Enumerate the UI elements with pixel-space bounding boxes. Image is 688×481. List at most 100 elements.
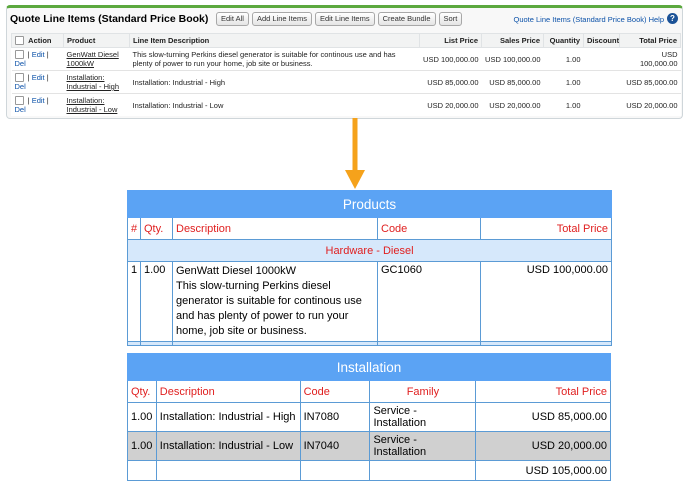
column-header-number: # <box>127 217 141 240</box>
sort-button[interactable]: Sort <box>438 12 463 26</box>
product-link[interactable]: Installation: Industrial - High <box>67 73 127 91</box>
panel-title: Quote Line Items (Standard Price Book) <box>10 13 209 25</box>
quantity-cell: 1.00 <box>543 70 584 94</box>
grand-total-row: USD 105,000.00 <box>127 460 611 481</box>
installation-title: Installation <box>127 353 611 381</box>
product-description: This slow-turning Perkins diesel generat… <box>176 280 362 337</box>
table-row: 1.00 Installation: Industrial - Low IN70… <box>127 431 611 461</box>
product-cell: Installation: Industrial - High <box>63 70 130 94</box>
installation-table: Installation Qty. Description Code Famil… <box>127 353 611 481</box>
row-checkbox[interactable] <box>14 96 24 106</box>
create-bundle-button[interactable]: Create Bundle <box>377 12 436 26</box>
total-price-cell: USD 20,000.00 <box>475 431 611 461</box>
row-checkbox[interactable] <box>14 73 24 83</box>
product-group-label: Hardware - Diesel <box>126 239 613 262</box>
edit-link[interactable]: Edit <box>32 73 45 82</box>
table-row: | Edit | Del Installation: Industrial - … <box>11 93 681 116</box>
column-header-family: Family <box>369 380 477 403</box>
quantity-cell: 1.00 <box>543 47 584 71</box>
description-cell: GenWatt Diesel 1000kW This slow-turning … <box>172 261 378 342</box>
grand-total-cell: USD 105,000.00 <box>475 460 611 481</box>
products-table: Products # Qty. Description Code Total P… <box>126 190 613 346</box>
total-price-cell: USD 100,000.00 <box>479 261 613 342</box>
edit-line-items-button[interactable]: Edit Line Items <box>314 12 375 26</box>
table-header-row: Action Product Line Item Description Lis… <box>11 33 681 48</box>
row-actions: | Edit | Del <box>11 70 64 94</box>
row-checkbox[interactable] <box>14 50 24 60</box>
sales-price-cell: USD 20,000.00 <box>481 93 544 116</box>
column-header-description: Line Item Description <box>129 33 420 48</box>
column-header-product: Product <box>63 33 130 48</box>
table-row: 1.00 Installation: Industrial - High IN7… <box>127 402 611 432</box>
total-price-cell: USD 85,000.00 <box>475 402 611 432</box>
number-cell: 1 <box>127 261 141 342</box>
column-header-action: Action <box>11 33 64 48</box>
table-row: | Edit | Del Installation: Industrial - … <box>11 70 681 94</box>
qty-cell: 1.00 <box>127 402 157 432</box>
family-cell: Service - Installation <box>369 402 477 432</box>
del-link[interactable]: Del <box>15 82 26 91</box>
column-header-description: Description <box>172 217 378 240</box>
column-header-total-price: Total Price <box>479 217 613 240</box>
del-link[interactable]: Del <box>15 105 26 114</box>
column-header-qty: Qty. <box>140 217 173 240</box>
column-header-total-price: Total Price <box>619 33 681 48</box>
column-header-total-price: Total Price <box>475 380 611 403</box>
product-name: GenWatt Diesel 1000kW <box>176 265 297 277</box>
product-cell: Installation: Industrial - Low <box>63 93 130 116</box>
column-header-sales-price: Sales Price <box>481 33 544 48</box>
code-cell: GC1060 <box>377 261 481 342</box>
column-header-discount: Discount <box>583 33 620 48</box>
row-actions: | Edit | Del <box>11 93 64 116</box>
description-cell: Installation: Industrial - Low <box>155 431 301 461</box>
total-price-cell: USD 100,000.00 <box>619 47 681 71</box>
edit-all-button[interactable]: Edit All <box>216 12 249 26</box>
description-cell: This slow-turning Perkins diesel generat… <box>129 47 420 71</box>
edit-link[interactable]: Edit <box>32 50 45 59</box>
add-line-items-button[interactable]: Add Line Items <box>251 12 312 26</box>
list-price-cell: USD 20,000.00 <box>419 93 482 116</box>
product-link[interactable]: GenWatt Diesel 1000kW <box>67 50 127 68</box>
help-icon[interactable]: ? <box>667 13 678 24</box>
discount-cell <box>583 93 620 116</box>
discount-cell <box>583 70 620 94</box>
select-all-checkbox[interactable] <box>15 36 24 46</box>
del-link[interactable]: Del <box>15 59 26 68</box>
column-header-quantity: Quantity <box>543 33 584 48</box>
list-price-cell: USD 100,000.00 <box>419 47 482 71</box>
total-price-cell: USD 20,000.00 <box>619 93 681 116</box>
products-header-row: # Qty. Description Code Total Price <box>127 217 613 240</box>
product-cell: GenWatt Diesel 1000kW <box>63 47 130 71</box>
quantity-cell: 1.00 <box>543 93 584 116</box>
spacer-row <box>127 341 613 346</box>
qty-cell: 1.00 <box>140 261 173 342</box>
row-actions: | Edit | Del <box>11 47 64 71</box>
help-link[interactable]: Quote Line Items (Standard Price Book) H… <box>514 15 665 24</box>
family-cell: Service - Installation <box>369 431 477 461</box>
list-price-cell: USD 85,000.00 <box>419 70 482 94</box>
column-header-list-price: List Price <box>419 33 482 48</box>
column-header-description: Description <box>155 380 301 403</box>
panel-header: Quote Line Items (Standard Price Book) E… <box>7 8 682 32</box>
description-cell: Installation: Industrial - High <box>155 402 301 432</box>
description-cell: Installation: Industrial - High <box>129 70 420 94</box>
products-title: Products <box>126 190 613 218</box>
installation-header-row: Qty. Description Code Family Total Price <box>127 380 611 403</box>
column-header-code: Code <box>299 380 371 403</box>
column-header-code: Code <box>377 217 481 240</box>
column-header-qty: Qty. <box>127 380 157 403</box>
sales-price-cell: USD 85,000.00 <box>481 70 544 94</box>
product-link[interactable]: Installation: Industrial - Low <box>67 96 127 114</box>
toolbar: Edit All Add Line Items Edit Line Items … <box>216 12 463 26</box>
code-cell: IN7080 <box>299 402 371 432</box>
code-cell: IN7040 <box>299 431 371 461</box>
line-items-table: Action Product Line Item Description Lis… <box>11 33 681 116</box>
table-row: | Edit | Del GenWatt Diesel 1000kW This … <box>11 47 681 71</box>
sales-price-cell: USD 100,000.00 <box>481 47 544 71</box>
qty-cell: 1.00 <box>127 431 157 461</box>
down-arrow-icon <box>345 118 365 189</box>
discount-cell <box>583 47 620 71</box>
edit-link[interactable]: Edit <box>32 96 45 105</box>
product-group-row: Hardware - Diesel <box>126 239 613 262</box>
table-row: 1 1.00 GenWatt Diesel 1000kW This slow-t… <box>127 261 613 342</box>
